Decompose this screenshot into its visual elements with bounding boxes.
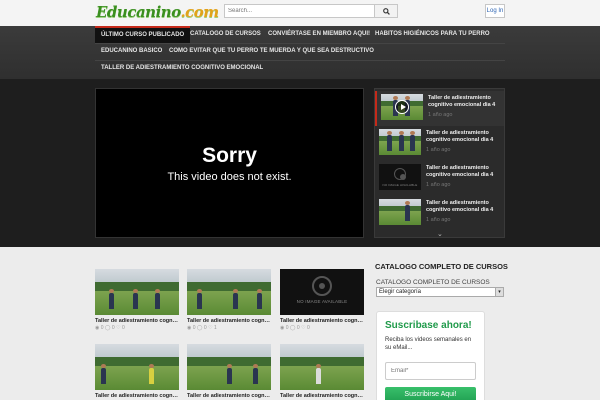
playlist-thumbnail: [381, 94, 423, 120]
video-card[interactable]: Taller de adiestramiento cognitivo emoci…: [187, 269, 271, 331]
playlist-thumbnail: [379, 199, 421, 225]
playlist-item-time: 1 año ago: [426, 147, 451, 153]
playlist-item-title: Taller de adiestramiento cognitivo emoci…: [426, 130, 494, 143]
chevron-down-icon: ▾: [495, 288, 503, 296]
subscribe-button[interactable]: Suscribirse Aqui!: [385, 387, 476, 400]
nav-item-ultimo-curso[interactable]: ÚLTIMO CURSO PUBLICADO: [95, 26, 191, 43]
video-player[interactable]: Sorry This video does not exist.: [95, 88, 364, 238]
catalog-widget-title: CATALOGO COMPLETO DE CURSOS: [375, 262, 508, 271]
playlist-item[interactable]: Taller de adiestramiento cognitivo emoci…: [375, 126, 504, 161]
playlist-item-title: Taller de adiestramiento cognitivo emoci…: [426, 165, 494, 178]
no-image-label: NO IMAGE AVAILABLE: [296, 299, 348, 305]
video-card-title[interactable]: Taller de adiestramiento cognitivo emoci…: [95, 393, 179, 399]
playlist-thumbnail: NO IMAGE AVAILABLE: [379, 164, 421, 190]
camera-icon: [394, 167, 406, 180]
main-nav: ÚLTIMO CURSO PUBLICADO CATALOGO DE CURSO…: [0, 26, 600, 79]
search-input[interactable]: [224, 4, 375, 18]
video-card[interactable]: NO IMAGE AVAILABLE Taller de adiestramie…: [280, 269, 364, 331]
category-select-value: Elegir categoría: [379, 289, 422, 295]
search-bar: [224, 4, 398, 18]
subscribe-description: Reciba los videos semanales en su eMail.…: [385, 337, 472, 351]
search-icon: [382, 7, 390, 15]
video-card[interactable]: Taller de adiestramiento cognitivo emoci…: [280, 344, 364, 400]
playlist-item-title: Taller de adiestramiento cognitivo emoci…: [428, 95, 496, 108]
playlist-item[interactable]: Taller de adiestramiento cognitivo emoci…: [375, 196, 504, 231]
video-thumbnail[interactable]: [187, 269, 271, 315]
nav-item-miembro[interactable]: CONVIÉRTASE EN MIEMBRO AQUI!: [262, 26, 376, 43]
login-button[interactable]: Log In: [485, 4, 505, 18]
email-field[interactable]: [385, 362, 476, 380]
header: Educanino.com Log In: [0, 0, 600, 26]
video-card-stats: ◉ 0 ◯ 0 ♡ 0: [95, 325, 125, 331]
player-error-title: Sorry: [202, 144, 257, 167]
video-card-title[interactable]: Taller de adiestramiento cognitivo emoci…: [95, 318, 179, 324]
video-card-title[interactable]: Taller de adiestramiento cognitivo emoci…: [280, 318, 364, 324]
site-logo[interactable]: Educanino.com: [96, 3, 219, 21]
subscribe-widget: Suscribase ahora! Reciba los videos sema…: [376, 311, 485, 400]
video-playlist: Taller de adiestramiento cognitivo emoci…: [374, 88, 505, 238]
player-error-message: This video does not exist.: [167, 171, 292, 183]
playlist-item[interactable]: Taller de adiestramiento cognitivo emoci…: [375, 91, 504, 126]
video-card-stats: ◉ 0 ◯ 0 ♡ 0: [280, 325, 310, 331]
video-thumbnail[interactable]: [95, 344, 179, 390]
nav-item-catalogo[interactable]: CATALOGO DE CURSOS: [184, 26, 267, 43]
video-thumbnail[interactable]: [95, 269, 179, 315]
no-image-label: NO IMAGE AVAILABLE: [382, 183, 418, 188]
video-card-title[interactable]: Taller de adiestramiento cognitivo emoci…: [280, 393, 364, 399]
playlist-item-time: 1 año ago: [428, 112, 453, 118]
catalog-label: CATALOGO COMPLETO DE CURSOS: [376, 279, 490, 286]
category-select[interactable]: Elegir categoría ▾: [376, 287, 504, 297]
hero-section: Sorry This video does not exist. Taller …: [0, 79, 600, 247]
chevron-down-icon[interactable]: ⌄: [437, 230, 443, 237]
search-button[interactable]: [375, 4, 398, 18]
playlist-item-time: 1 año ago: [426, 217, 451, 223]
nav-item-educanino-basico[interactable]: EDUCANINO BASICO: [95, 43, 168, 60]
playlist-thumbnail: [379, 129, 421, 155]
playlist-item[interactable]: NO IMAGE AVAILABLE Taller de adiestramie…: [375, 161, 504, 196]
playlist-item-time: 1 año ago: [426, 182, 451, 188]
video-thumbnail[interactable]: [187, 344, 271, 390]
video-thumbnail[interactable]: [280, 344, 364, 390]
nav-item-habitos[interactable]: HABITOS HIGIÉNICOS PARA TU PERRO: [369, 26, 496, 43]
video-card[interactable]: Taller de adiestramiento cognitivo emoci…: [95, 344, 179, 400]
nav-item-taller[interactable]: TALLER DE ADIESTRAMIENTO COGNITIVO EMOCI…: [95, 60, 269, 77]
video-card-stats: ◉ 0 ◯ 0 ♡ 1: [187, 325, 217, 331]
subscribe-title: Suscribase ahora!: [385, 320, 472, 331]
play-icon: [395, 100, 409, 114]
video-card[interactable]: Taller de adiestramiento cognitivo emoci…: [95, 269, 179, 331]
video-thumbnail[interactable]: NO IMAGE AVAILABLE: [280, 269, 364, 315]
video-card-title[interactable]: Taller de adiestramiento cognitivo emoci…: [187, 393, 271, 399]
video-card-title[interactable]: Taller de adiestramiento cognitivo emoci…: [187, 318, 271, 324]
nav-item-evitar-mordida[interactable]: COMO EVITAR QUE TU PERRO TE MUERDA Y QUE…: [163, 43, 380, 60]
playlist-item-title: Taller de adiestramiento cognitivo emoci…: [426, 200, 494, 213]
camera-icon: [312, 276, 332, 297]
video-card[interactable]: Taller de adiestramiento cognitivo emoci…: [187, 344, 271, 400]
